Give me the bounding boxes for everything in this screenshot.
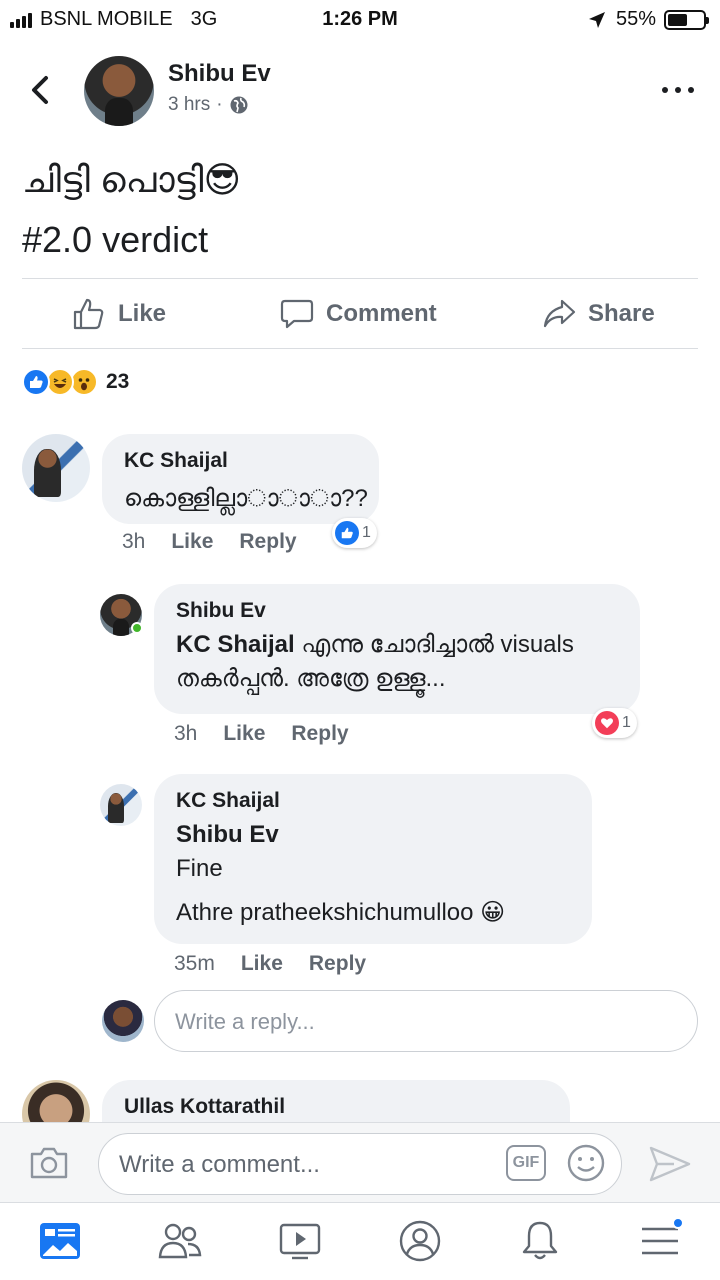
reply-text-line: Athre pratheekshichumulloo 😀 [176,899,506,926]
send-button[interactable] [648,1145,692,1188]
globe-icon [230,96,248,114]
watch-icon [279,1223,321,1260]
reply-time: 3h [174,722,198,745]
current-user-avatar [102,1000,144,1042]
reply-meta: 35m Like Reply [174,952,392,976]
post-meta: 3 hrs · [168,94,249,116]
post-hashtag[interactable]: #2.0 verdict [22,210,241,270]
more-options-button[interactable] [662,82,694,98]
comment-label: Comment [326,300,437,327]
location-arrow-icon [588,11,605,28]
camera-button[interactable] [28,1145,70,1186]
send-icon [649,1146,691,1182]
comment-author[interactable]: KC Shaijal [124,448,357,474]
comment-text: കൊള്ളില്ലാ◌ാ◌ാ◌ാ?? [124,485,368,512]
mention-link[interactable]: KC Shaijal [176,631,295,658]
share-label: Share [588,300,655,327]
reply-bubble: KC Shaijal Shibu Ev Fine Athre pratheeks… [154,774,592,944]
reactions-summary[interactable]: 23 [22,368,129,396]
reply-reaction-badge[interactable]: 1 [592,708,637,738]
reply-text: KC Shaijal എന്നു ചോദിച്ചാൽ visuals [176,628,618,662]
like-reaction-icon [22,368,50,396]
battery-icon [664,9,709,30]
comment-bubble: KC Shaijal കൊള്ളില്ലാ◌ാ◌ാ◌ാ?? [102,434,379,524]
share-button[interactable]: Share [542,280,655,348]
author-avatar[interactable] [84,56,154,126]
author-name[interactable]: Shibu Ev [168,60,271,88]
bell-icon [522,1221,558,1260]
status-bar: BSNL MOBILE 3G 1:26 PM 55% [0,0,720,38]
comment-reaction-count: 1 [362,524,371,541]
tab-news-feed[interactable] [38,1219,82,1263]
reply-like-button[interactable]: Like [223,722,265,746]
divider [22,278,698,279]
reply-reply-button[interactable]: Reply [291,722,348,746]
love-reaction-icon [595,711,619,735]
reply-avatar[interactable] [100,784,142,826]
reply-text-line: തകർപ്പൻ. അത്രേ ഉള്ളൂ... [176,665,446,692]
tab-notifications[interactable] [518,1219,562,1263]
mention-link[interactable]: Shibu Ev [176,818,570,852]
share-icon [543,299,576,328]
post-time[interactable]: 3 hrs [168,94,210,116]
post-actions: Like Comment Share [0,280,720,348]
commenter-avatar[interactable] [22,434,90,502]
gif-button[interactable]: GIF [506,1145,546,1181]
back-button[interactable] [22,70,62,110]
comment-meta: 3h Like Reply [122,530,323,554]
battery-percent: 55% [615,8,656,30]
reaction-count: 23 [106,370,130,393]
comment-like-button[interactable]: Like [171,530,213,554]
tab-bar [0,1202,720,1280]
reply-text-line: Fine [176,855,223,882]
reply-like-button[interactable]: Like [241,952,283,976]
reply-text-part: എന്നു ചോദിച്ചാൽ visuals [294,631,574,658]
tab-watch[interactable] [278,1219,322,1263]
chevron-left-icon [32,76,48,104]
comment-button[interactable]: Comment [280,280,437,348]
post-text-line: ചിട്ടി പൊട്ടി😎 [22,159,241,200]
divider [22,348,698,349]
reply-time: 35m [174,952,215,975]
haha-reaction-icon [46,368,74,396]
comment-time: 3h [122,530,146,553]
comment-composer: Write a comment... GIF [0,1122,720,1202]
tab-profile[interactable] [398,1219,442,1263]
smiley-icon [567,1144,605,1182]
emoji-button[interactable] [566,1143,606,1188]
profile-icon [399,1220,441,1262]
reply-input[interactable]: Write a reply... [154,990,698,1052]
reply-bubble: Shibu Ev KC Shaijal എന്നു ചോദിച്ചാൽ visu… [154,584,640,714]
reply-reply-button[interactable]: Reply [309,952,366,976]
comment-reaction-badge[interactable]: 1 [332,518,377,548]
like-reaction-icon [335,521,359,545]
news-feed-icon [40,1223,80,1259]
friends-icon [158,1223,202,1259]
like-button[interactable]: Like [72,280,166,348]
post-text: ചിട്ടി പൊട്ടി😎 #2.0 verdict [22,150,241,270]
reply-reaction-count: 1 [622,714,631,731]
tab-friends[interactable] [158,1219,202,1263]
wow-reaction-icon [70,368,98,396]
comment-icon [280,299,314,329]
comment-reply-button[interactable]: Reply [239,530,296,554]
camera-icon [30,1147,68,1179]
online-status-indicator [131,622,143,634]
like-label: Like [118,300,167,327]
post-header: Shibu Ev 3 hrs · [0,52,720,132]
reply-meta: 3h Like Reply [174,722,375,746]
reply-author[interactable]: Shibu Ev [176,598,618,624]
thumbs-up-icon [73,298,104,330]
menu-notification-dot [672,1217,684,1229]
comment-author[interactable]: Ullas Kottarathil [124,1094,548,1120]
reply-author[interactable]: KC Shaijal [176,788,570,814]
